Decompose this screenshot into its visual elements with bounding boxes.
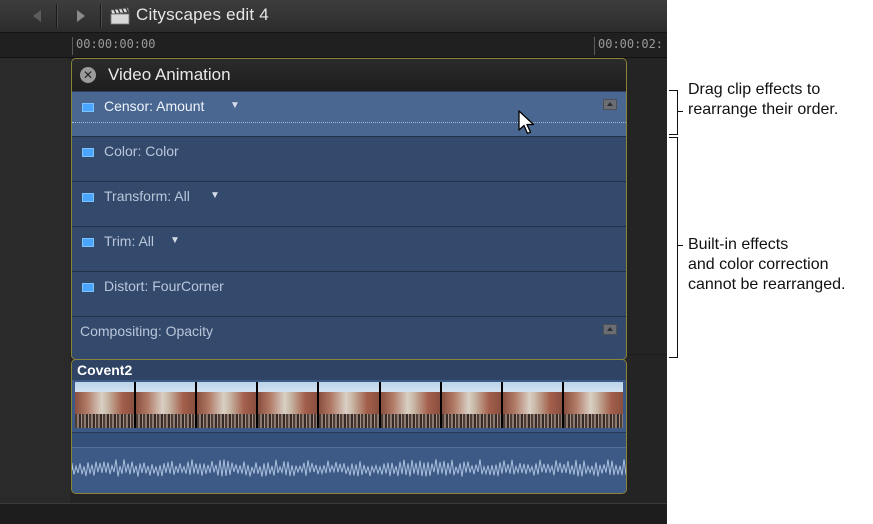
ruler-tick bbox=[594, 37, 595, 55]
toolbar-divider bbox=[100, 4, 101, 28]
forward-button[interactable] bbox=[64, 0, 98, 32]
ruler-timecode-next: 00:00:02: bbox=[598, 37, 664, 51]
expand-icon[interactable] bbox=[603, 99, 617, 110]
effect-label: Distort: FourCorner bbox=[104, 278, 224, 294]
effect-enable-toggle[interactable] bbox=[82, 148, 94, 157]
effect-label: Color: Color bbox=[104, 143, 179, 159]
filmstrip-frame bbox=[319, 382, 381, 428]
effect-label: Censor: Amount bbox=[104, 98, 205, 114]
back-arrow-icon bbox=[33, 10, 41, 22]
effect-label: Transform: All bbox=[104, 188, 190, 204]
track-gutter bbox=[0, 58, 70, 513]
clapperboard-icon bbox=[110, 7, 130, 25]
project-title: Cityscapes edit 4 bbox=[136, 5, 269, 24]
filmstrip-frame bbox=[380, 382, 442, 428]
effect-label: Trim: All bbox=[104, 233, 155, 249]
back-button[interactable] bbox=[20, 0, 54, 32]
filmstrip-frame bbox=[441, 382, 503, 428]
filmstrip-frame bbox=[563, 382, 623, 428]
video-animation-editor: ✕ Video Animation Censor: Amount ▼ Color… bbox=[71, 58, 627, 360]
effect-label: Compositing: Opacity bbox=[80, 323, 214, 339]
video-animation-header: ✕ Video Animation bbox=[72, 59, 626, 91]
video-filmstrip bbox=[75, 382, 623, 428]
annotation-line: Built-in effects bbox=[688, 236, 789, 253]
effect-enable-toggle[interactable] bbox=[82, 283, 94, 292]
chevron-down-icon[interactable]: ▼ bbox=[170, 235, 180, 246]
toolbar-divider bbox=[56, 4, 57, 28]
filmstrip-frame bbox=[197, 382, 259, 428]
expand-icon[interactable] bbox=[603, 324, 617, 335]
chevron-down-icon[interactable]: ▼ bbox=[210, 190, 220, 201]
filmstrip-frame bbox=[75, 382, 137, 428]
annotation-bracket bbox=[669, 137, 678, 358]
clip-header: Covent2 bbox=[72, 360, 626, 380]
filmstrip-frame bbox=[502, 382, 564, 428]
annotation-bracket-tick bbox=[677, 111, 683, 112]
ruler-tick bbox=[72, 37, 73, 55]
ruler-timecode-start: 00:00:00:00 bbox=[76, 37, 156, 51]
effect-enable-toggle[interactable] bbox=[82, 193, 94, 202]
annotation-bracket-tick bbox=[677, 245, 683, 246]
clip-name: Covent2 bbox=[77, 362, 133, 378]
mouse-pointer-icon bbox=[518, 110, 535, 135]
annotation-builtin: Built-in effects and color correction ca… bbox=[688, 235, 845, 295]
audio-volume-band[interactable] bbox=[72, 432, 626, 448]
filmstrip-frame bbox=[136, 382, 198, 428]
effect-row-color[interactable]: Color: Color bbox=[72, 137, 626, 182]
effect-row-censor[interactable]: Censor: Amount ▼ bbox=[72, 92, 626, 137]
effect-enable-toggle[interactable] bbox=[82, 103, 94, 112]
chevron-down-icon[interactable]: ▼ bbox=[230, 100, 240, 111]
annotation-line: Drag clip effects to bbox=[688, 81, 821, 98]
annotation-line: and color correction bbox=[688, 256, 829, 273]
annotation-line: cannot be rearranged. bbox=[688, 276, 846, 293]
clip-covent2[interactable]: Covent2 bbox=[71, 359, 627, 494]
keyframe-line bbox=[72, 122, 626, 123]
annotation-bracket bbox=[669, 90, 678, 135]
annotation-reorder: Drag clip effects to rearrange their ord… bbox=[688, 80, 838, 120]
timeline-ruler[interactable]: 00:00:00:00 00:00:02: bbox=[0, 33, 667, 58]
annotation-line: rearrange their order. bbox=[688, 101, 839, 118]
forward-arrow-icon bbox=[77, 10, 85, 22]
effect-row-trim[interactable]: Trim: All ▼ bbox=[72, 227, 626, 272]
effect-row-compositing[interactable]: Compositing: Opacity bbox=[72, 317, 626, 359]
video-animation-title: Video Animation bbox=[108, 65, 231, 84]
effect-row-distort[interactable]: Distort: FourCorner bbox=[72, 272, 626, 317]
effect-enable-toggle[interactable] bbox=[82, 238, 94, 247]
toolbar: Cityscapes edit 4 bbox=[0, 0, 667, 33]
timeline-window: Cityscapes edit 4 00:00:00:00 00:00:02: … bbox=[0, 0, 667, 524]
filmstrip-frame bbox=[258, 382, 320, 428]
timeline-bottom-bar bbox=[0, 503, 667, 524]
close-icon[interactable]: ✕ bbox=[80, 67, 96, 83]
audio-waveform bbox=[72, 448, 626, 493]
effect-row-transform[interactable]: Transform: All ▼ bbox=[72, 182, 626, 227]
